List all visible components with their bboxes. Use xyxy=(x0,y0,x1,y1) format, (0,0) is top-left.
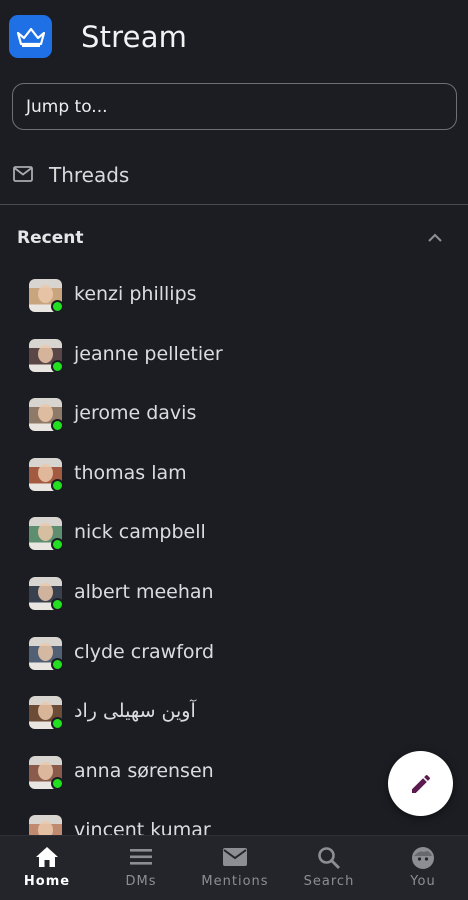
dm-name: thomas lam xyxy=(74,461,187,484)
dm-name: vincent kumar xyxy=(74,819,211,835)
online-status-dot xyxy=(51,538,64,552)
app-title: Stream xyxy=(81,20,188,54)
dm-row[interactable]: thomas lam xyxy=(0,444,468,504)
section-divider xyxy=(0,204,468,205)
online-status-dot xyxy=(51,300,64,313)
avatar xyxy=(29,815,62,835)
online-status-dot xyxy=(51,419,64,433)
online-status-dot xyxy=(51,657,64,671)
tab-mentions-label: Mentions xyxy=(201,874,269,889)
face-icon xyxy=(411,846,435,875)
tab-search[interactable]: Search xyxy=(282,836,376,900)
mail-icon xyxy=(222,846,248,873)
tab-home[interactable]: Home xyxy=(0,836,94,900)
recent-heading: Recent xyxy=(17,228,84,248)
online-status-dot xyxy=(51,776,64,790)
dm-row[interactable]: آوین سهیلی راد xyxy=(0,682,468,742)
tab-search-label: Search xyxy=(303,874,355,889)
app-logo[interactable] xyxy=(9,15,52,58)
tab-dms[interactable]: DMs xyxy=(94,836,188,900)
dm-row[interactable]: albert meehan xyxy=(0,563,468,623)
tab-home-label: Home xyxy=(23,874,71,889)
jump-to-input[interactable]: Jump to... xyxy=(12,83,457,130)
app-header: Stream xyxy=(0,0,468,76)
dm-name: jerome davis xyxy=(74,402,197,425)
dm-name: albert meehan xyxy=(74,581,214,603)
chevron-up-icon[interactable] xyxy=(425,228,445,248)
tab-dms-label: DMs xyxy=(125,874,157,889)
bottom-tab-bar: Home DMs Mentions Search You xyxy=(0,835,468,900)
threads-item[interactable]: Threads xyxy=(0,152,468,198)
dm-name: nick campbell xyxy=(74,521,206,544)
compose-button[interactable] xyxy=(388,751,453,816)
pencil-icon xyxy=(411,774,430,793)
recent-dm-list: kenzi phillips jeanne pelletier jerome dav… xyxy=(0,265,468,835)
mail-icon xyxy=(13,166,33,187)
dm-row[interactable]: nick campbell xyxy=(0,503,468,563)
tab-you[interactable]: You xyxy=(376,836,468,900)
dm-name: anna sørensen xyxy=(74,759,214,782)
threads-label: Threads xyxy=(49,163,130,187)
dm-row[interactable]: jeanne pelletier xyxy=(0,325,468,385)
tab-you-label: You xyxy=(410,874,436,889)
search-icon xyxy=(317,846,341,875)
dm-row[interactable]: kenzi phillips xyxy=(0,265,468,325)
dm-name: kenzi phillips xyxy=(74,283,197,305)
online-status-dot xyxy=(51,478,64,492)
online-status-dot xyxy=(51,717,64,731)
tab-mentions[interactable]: Mentions xyxy=(188,836,282,900)
home-icon xyxy=(35,846,59,873)
boat-icon xyxy=(16,27,45,47)
dm-name: آوین سهیلی راد xyxy=(74,700,196,723)
dm-row[interactable]: jerome davis xyxy=(0,384,468,444)
online-status-dot xyxy=(51,598,64,611)
dm-row[interactable]: clyde crawford xyxy=(0,623,468,683)
dm-name: clyde crawford xyxy=(74,640,215,663)
menu-icon xyxy=(129,846,153,873)
dm-name: jeanne pelletier xyxy=(74,342,223,365)
online-status-dot xyxy=(51,359,64,373)
jump-to-placeholder: Jump to... xyxy=(26,96,108,117)
